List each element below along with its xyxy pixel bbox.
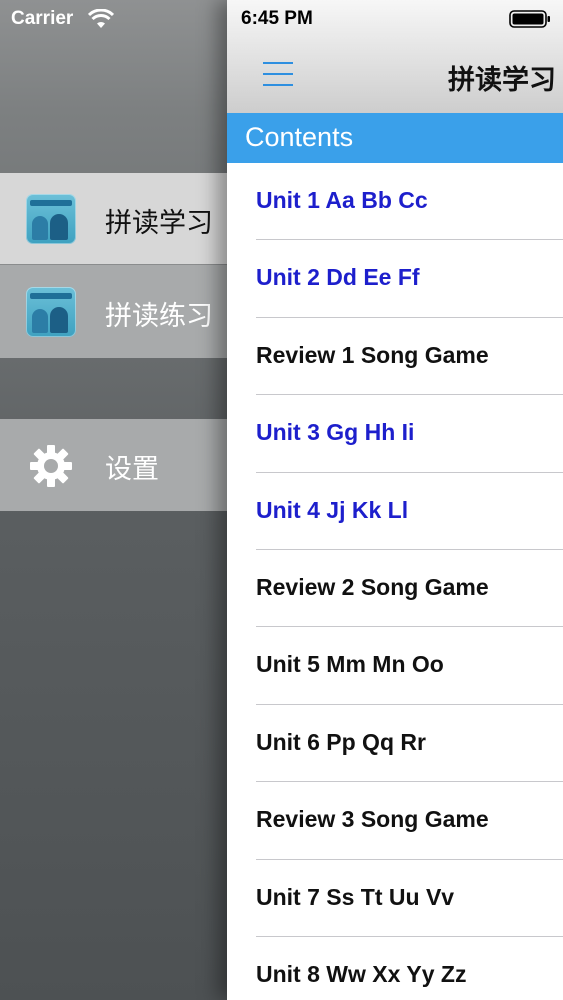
menu-item-label: 拼读学习 [105,208,213,239]
menu-item-label: 设置 [105,454,159,485]
list-item-label: Review 3 Song Game [256,806,489,833]
list-item-label: Unit 3 Gg Hh Ii [256,419,415,446]
list-item-label: Unit 1 Aa Bb Cc [256,187,428,213]
list-item-label: Unit 4 Jj Kk Ll [256,496,409,523]
list-item-label: Unit 7 Ss Tt Uu Vv [256,883,455,910]
navigation-bar: 6:45 PM 拼读学习 [227,0,563,113]
book-cover-icon [26,194,76,244]
menu-group-practice: 拼读学习 拼读练习 [0,173,240,358]
section-header: Contents [227,113,563,163]
battery-icon [509,10,550,28]
list-item-label: Unit 5 Mm Mn Oo [256,651,444,678]
list-item[interactable]: Unit 3 Gg Hh Ii [227,395,563,473]
contents-list: Unit 1 Aa Bb Cc Unit 2 Dd Ee Ff Review 1 S… [227,163,563,1000]
list-item-label: Review 1 Song Game [256,341,489,368]
list-item[interactable]: Review 1 Song Game [227,318,563,396]
list-item[interactable]: Unit 5 Mm Mn Oo [227,627,563,705]
list-item[interactable]: Review 2 Song Game [227,550,563,628]
carrier-label: Carrier [11,8,74,29]
list-item-label: Unit 8 Ww Xx Yy Zz [256,960,467,987]
menu-group-settings: 设置 [0,419,240,511]
list-item-label: Unit 6 Pp Qq Rr [256,728,426,755]
side-menu: Carrier 拼读学习 拼读练习 设置 [0,0,240,1000]
list-item[interactable]: Unit 8 Ww Xx Yy Zz [227,937,563,1000]
page-title: 拼读学习 [448,65,556,96]
menu-item-label: 拼读练习 [105,301,213,332]
list-item[interactable]: Unit 1 Aa Bb Cc [227,163,563,241]
section-header-label: Contents [245,122,354,152]
status-time: 6:45 PM [241,8,313,29]
menu-item-settings[interactable]: 设置 [0,419,240,511]
wifi-icon [88,9,114,28]
list-item-label: Review 2 Song Game [256,573,489,600]
list-item[interactable]: Unit 6 Pp Qq Rr [227,705,563,783]
list-item[interactable]: Review 3 Song Game [227,782,563,860]
gear-icon [30,445,72,487]
menu-item-phonics-practice[interactable]: 拼读练习 [0,266,240,358]
list-item[interactable]: Unit 7 Ss Tt Uu Vv [227,860,563,937]
menu-item-phonics-learning[interactable]: 拼读学习 [0,173,240,265]
list-item[interactable]: Unit 4 Jj Kk Ll [227,473,563,550]
book-cover-icon [26,287,76,337]
hamburger-menu-icon[interactable] [263,62,293,86]
main-panel: 6:45 PM 拼读学习 Contents Unit 1 Aa Bb Cc Uni… [227,0,563,1000]
list-item-label: Unit 2 Dd Ee Ff [256,264,420,291]
list-item[interactable]: Unit 2 Dd Ee Ff [227,240,563,318]
